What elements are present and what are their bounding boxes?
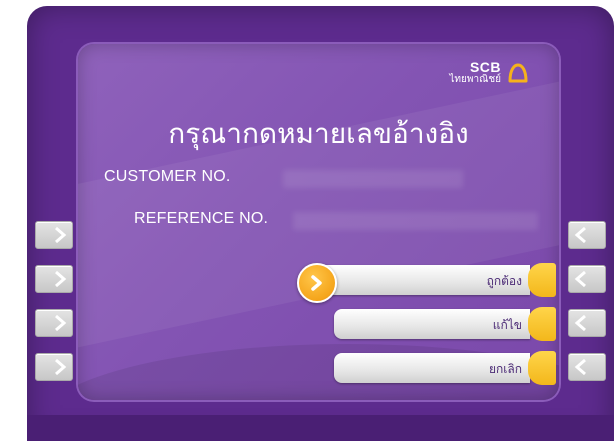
customer-no-value-redacted xyxy=(283,170,463,188)
reference-no-label: REFERENCE NO. xyxy=(134,210,269,227)
customer-no-label: CUSTOMER NO. xyxy=(104,168,231,185)
side-button-left-2[interactable] xyxy=(35,265,73,293)
atm-screen: SCB ไทยพาณิชย์ กรุณากดหมายเลขอ้างอิง CUS… xyxy=(78,44,559,400)
bell-icon xyxy=(508,63,528,82)
side-button-right-4[interactable] xyxy=(568,353,606,381)
chevron-left-icon xyxy=(574,226,586,244)
cancel-button[interactable]: ยกเลิก xyxy=(334,353,530,383)
reference-no-value-redacted xyxy=(293,212,538,230)
edit-button-label: แก้ไข xyxy=(492,318,522,332)
side-button-right-2[interactable] xyxy=(568,265,606,293)
chevron-right-icon xyxy=(55,270,67,288)
side-button-left-4[interactable] xyxy=(35,353,73,381)
confirm-button[interactable]: ถูกต้อง xyxy=(318,265,530,295)
confirm-button-tab xyxy=(528,263,556,297)
page-title: กรุณากดหมายเลขอ้างอิง xyxy=(168,117,469,150)
selected-marker xyxy=(297,263,337,303)
side-button-right-3[interactable] xyxy=(568,309,606,337)
cancel-button-tab xyxy=(528,351,556,385)
side-button-left-1[interactable] xyxy=(35,221,73,249)
chevron-left-icon xyxy=(574,358,586,376)
edit-button[interactable]: แก้ไข xyxy=(334,309,530,339)
chevron-left-icon xyxy=(574,314,586,332)
atm-frame-bottom xyxy=(27,415,614,441)
chevron-right-icon xyxy=(55,358,67,376)
brand-thai-name: ไทยพาณิชย์ xyxy=(449,74,501,85)
arrow-right-icon xyxy=(311,275,322,291)
cancel-button-label: ยกเลิก xyxy=(488,362,522,376)
edit-button-tab xyxy=(528,307,556,341)
chevron-left-icon xyxy=(574,270,586,288)
chevron-right-icon xyxy=(55,314,67,332)
brand-logo: SCB ไทยพาณิชย์ xyxy=(449,60,529,85)
side-button-left-3[interactable] xyxy=(35,309,73,337)
confirm-button-label: ถูกต้อง xyxy=(486,274,522,288)
chevron-right-icon xyxy=(55,226,67,244)
side-button-right-1[interactable] xyxy=(568,221,606,249)
brand-name: SCB xyxy=(469,59,501,75)
